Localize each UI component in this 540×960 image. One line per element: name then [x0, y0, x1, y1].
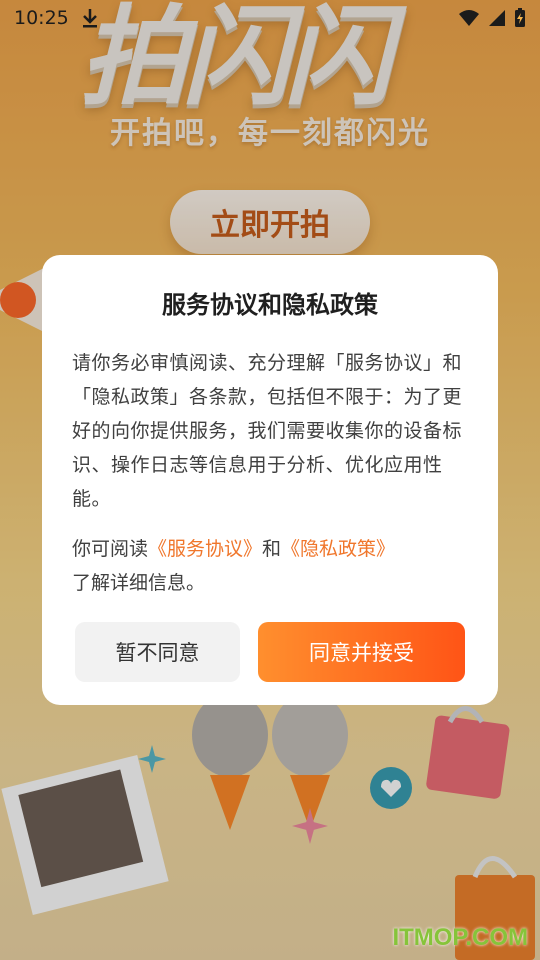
service-agreement-link[interactable]: 《服务协议》	[148, 538, 262, 560]
wifi-icon	[459, 10, 479, 26]
links-prefix: 你可阅读	[72, 538, 149, 560]
download-icon	[82, 9, 97, 28]
dialog-button-row: 暂不同意 同意并接受	[75, 622, 465, 682]
status-bar: 10:25	[0, 0, 540, 36]
links-suffix: 了解详细信息。	[72, 572, 206, 594]
site-watermark: ITMOP.COM	[392, 924, 528, 951]
dialog-body-text: 请你务必审慎阅读、充分理解「服务协议」和「隐私政策」各条款，包括但不限于：为了更…	[72, 352, 463, 510]
status-time: 10:25	[14, 7, 69, 29]
dialog-links-paragraph: 你可阅读《服务协议》和《隐私政策》 了解详细信息。	[72, 532, 468, 600]
signal-icon	[489, 10, 505, 26]
accept-button[interactable]: 同意并接受	[258, 622, 465, 682]
dialog-title: 服务协议和隐私政策	[162, 291, 378, 319]
privacy-consent-dialog: 服务协议和隐私政策 请你务必审慎阅读、充分理解「服务协议」和「隐私政策」各条款，…	[42, 255, 498, 705]
decline-button[interactable]: 暂不同意	[75, 622, 240, 682]
privacy-policy-link[interactable]: 《隐私政策》	[281, 538, 395, 560]
links-and: 和	[262, 538, 282, 560]
status-icons	[458, 8, 526, 28]
battery-charging-icon	[515, 8, 525, 27]
